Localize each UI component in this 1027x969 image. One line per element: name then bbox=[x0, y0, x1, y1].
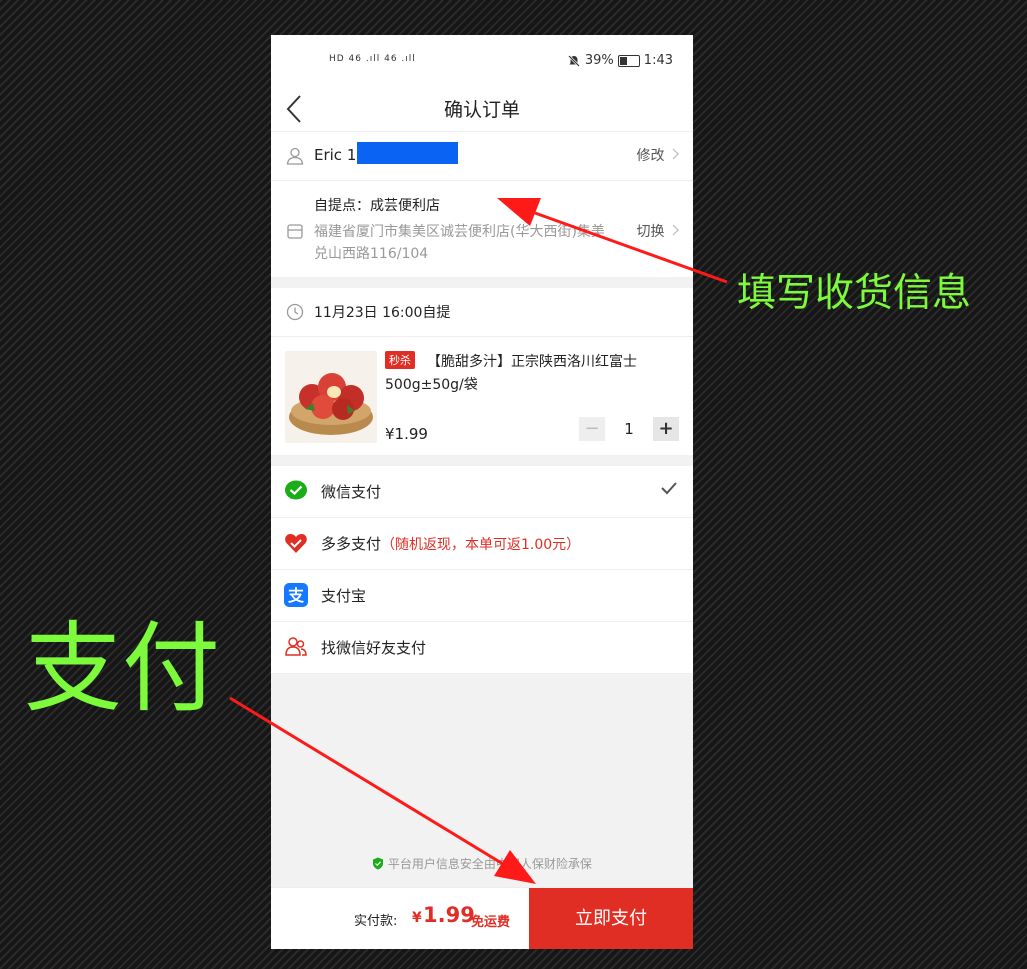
annotation-arrows bbox=[229, 198, 728, 884]
arrow-to-pickup bbox=[497, 198, 728, 284]
arrow-to-pay-button bbox=[229, 696, 536, 884]
